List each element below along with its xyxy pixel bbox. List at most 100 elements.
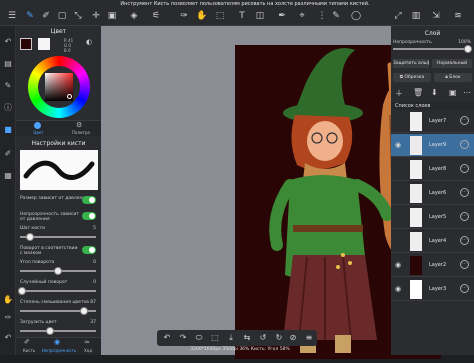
spacing-slider-knob[interactable]	[26, 233, 34, 241]
layer-row[interactable]: Layer8 ⋯	[391, 158, 474, 181]
paint-bucket-icon[interactable]: ◈	[128, 10, 140, 22]
magic-wand-icon[interactable]: ⚟	[150, 10, 162, 22]
load-color-slider[interactable]	[20, 330, 96, 332]
eyedrop2-icon[interactable]: ✒	[276, 10, 288, 22]
resize-icon[interactable]: ⇲	[430, 10, 442, 22]
color-picker-knob[interactable]	[67, 94, 72, 99]
draw-icon[interactable]: ✎	[330, 10, 342, 22]
lasso-select-icon[interactable]: ⬭	[193, 332, 205, 344]
size-pressure-toggle[interactable]	[82, 196, 96, 204]
secondary-color-swatch[interactable]	[38, 38, 50, 50]
layer-row[interactable]: ◉ Layer9 ⋯	[391, 134, 474, 157]
deselect-icon[interactable]: ⬚	[209, 332, 221, 344]
layers-view-icon[interactable]: ▥	[410, 10, 422, 22]
cursor-icon[interactable]: ⌖	[296, 10, 308, 22]
more-icon[interactable]: ≡	[303, 332, 315, 344]
hand-strip-icon[interactable]: ✋	[2, 294, 14, 306]
opacity-tab-icon[interactable]: ◉	[54, 338, 60, 346]
layer-opacity-knob[interactable]	[464, 45, 472, 53]
tab-palette[interactable]: Палитра	[66, 130, 96, 135]
layer-settings-icon[interactable]: ⋯	[460, 116, 469, 125]
add-layer-icon[interactable]: ＋	[395, 88, 403, 99]
layer-row[interactable]: ◉ Layer2 ⋯	[391, 254, 474, 277]
redo-icon[interactable]: ↷	[177, 332, 189, 344]
fill-icon[interactable]: ▣	[106, 10, 118, 22]
layer-row[interactable]: Layer6 ⋯	[391, 182, 474, 205]
visibility-eye-icon[interactable]: ◉	[395, 261, 401, 269]
transform-2-icon[interactable]: ⤢	[392, 10, 404, 22]
random-rotate-slider-knob[interactable]	[18, 287, 26, 295]
menu-icon[interactable]: ☰	[6, 10, 18, 22]
rotate-stroke-toggle[interactable]	[82, 246, 96, 254]
layer-settings-icon[interactable]: ⋯	[460, 284, 469, 293]
visibility-eye-icon[interactable]: ◉	[395, 285, 401, 293]
layer-settings-icon[interactable]: ⋯	[460, 140, 469, 149]
brush-tab-icon[interactable]: ✐	[24, 338, 30, 346]
rotate-left-icon[interactable]: ↺	[257, 332, 269, 344]
transform-icon[interactable]: ⤡	[72, 10, 84, 22]
layers-icon[interactable]: ≋	[452, 10, 464, 22]
color-mode-icon[interactable]: ◐	[86, 38, 92, 46]
info-icon[interactable]: ⓘ	[2, 102, 14, 114]
pencil-icon[interactable]: ✎	[2, 80, 14, 92]
clip-button[interactable]: ⧉ Обрезка	[393, 73, 431, 82]
stroke-tab-icon[interactable]: ≈	[84, 338, 90, 346]
opacity-pressure-toggle[interactable]	[82, 212, 96, 220]
brush-strip-icon[interactable]: ✐	[2, 148, 14, 160]
undo-icon[interactable]: ↶	[2, 332, 14, 344]
layer-row[interactable]: Layer4 ⋯	[391, 230, 474, 253]
load-color-slider-knob[interactable]	[46, 327, 54, 335]
save-icon[interactable]: ⤓	[225, 332, 237, 344]
random-rotate-slider[interactable]	[20, 290, 96, 292]
rotate-right-icon[interactable]: ↻	[273, 332, 285, 344]
layer-folder-icon[interactable]: ▣	[449, 88, 457, 97]
tab-brush[interactable]: Кисть	[18, 348, 40, 353]
brush-icon[interactable]: ✎	[24, 10, 36, 22]
grid-icon[interactable]: ⋮	[316, 10, 328, 22]
canvas-area[interactable]	[101, 26, 441, 359]
lock-button[interactable]: 🔒︎ Блок	[434, 73, 472, 82]
eyedropper-icon[interactable]: ✑	[178, 10, 190, 22]
eraser-icon[interactable]: ✐	[40, 10, 52, 22]
merge-layer-icon[interactable]: ⬇	[431, 88, 438, 97]
color-square-icon[interactable]: ■	[2, 124, 14, 136]
hand-icon[interactable]: ✋	[196, 10, 208, 22]
no-smoothing-icon[interactable]: ⊘	[287, 332, 299, 344]
selection-icon[interactable]: ⬚	[214, 10, 226, 22]
delete-layer-icon[interactable]: 🗑︎	[413, 88, 423, 97]
lasso-icon[interactable]: ◯	[350, 10, 362, 22]
layer-opacity-slider[interactable]	[393, 48, 471, 50]
angle-slider-knob[interactable]	[54, 267, 62, 275]
undo-strip-icon[interactable]: ↶	[2, 36, 14, 48]
tab-opacity[interactable]: Непрозрачность	[40, 348, 78, 353]
undo-icon[interactable]: ↶	[161, 332, 173, 344]
blend-mode-select[interactable]: Нормальный	[432, 59, 472, 68]
tab-stroke[interactable]: Ход	[78, 348, 98, 353]
color-mix-slider-knob[interactable]	[80, 307, 88, 315]
layer-menu-icon[interactable]: ⋯	[463, 88, 471, 97]
visibility-eye-icon[interactable]: ◉	[395, 141, 401, 149]
palette-tab-icon[interactable]: ⚙	[76, 121, 82, 129]
tab-color[interactable]: Цвет	[26, 130, 51, 135]
layer-row[interactable]: Layer7 ⋯	[391, 110, 474, 133]
layer-icon[interactable]: ▤	[2, 58, 14, 70]
layer-settings-icon[interactable]: ⋯	[460, 260, 469, 269]
primary-color-swatch[interactable]	[20, 38, 32, 50]
grid-strip-icon[interactable]: ▦	[2, 170, 14, 182]
layer-panel-title: Слой	[424, 30, 441, 37]
text-icon[interactable]: T	[236, 10, 248, 22]
ruler-icon[interactable]: ◫	[254, 10, 266, 22]
flip-icon[interactable]: ⇆	[241, 332, 253, 344]
layer-row[interactable]: ◉ Layer3 ⋯	[391, 278, 474, 301]
tooltip-text: Инструмент Кисть позволяет пользователям…	[120, 1, 370, 7]
move-icon[interactable]: ✛	[90, 10, 102, 22]
select-rect-icon[interactable]: ▢	[56, 10, 68, 22]
layer-settings-icon[interactable]: ⋯	[460, 188, 469, 197]
eyedropper-strip-icon[interactable]: ✑	[2, 312, 14, 324]
protect-alpha-button[interactable]: Защитить альфа слоя	[393, 59, 429, 68]
color-tab-icon[interactable]	[34, 122, 41, 129]
layer-row[interactable]: Layer5 ⋯	[391, 206, 474, 229]
layer-settings-icon[interactable]: ⋯	[460, 236, 469, 245]
layer-settings-icon[interactable]: ⋯	[460, 164, 469, 173]
layer-settings-icon[interactable]: ⋯	[460, 212, 469, 221]
